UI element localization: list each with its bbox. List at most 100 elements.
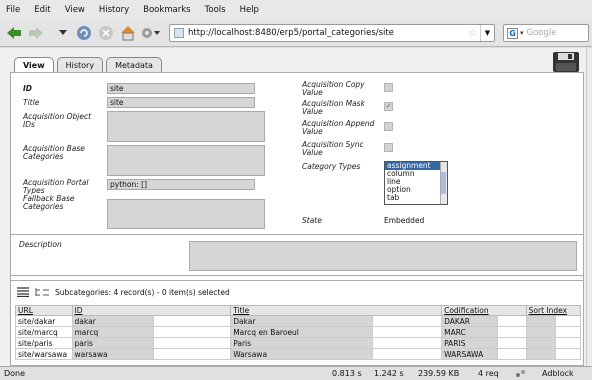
url-bar[interactable]: http://localhost:8480/erp5/portal_catego…	[169, 24, 495, 42]
acquisition-sync-value-checkbox[interactable]	[384, 143, 393, 152]
stop-button[interactable]	[98, 25, 114, 41]
floppy-disk-icon	[553, 52, 579, 72]
table-row[interactable]: site/marcq marcq Marcq en Baroeul MARC	[15, 326, 582, 338]
category-types-label: Category Types	[302, 162, 361, 171]
cell-codification[interactable]: DAKAR	[441, 315, 499, 327]
table-row[interactable]: site/paris paris Paris PARIS	[15, 337, 582, 349]
search-engine-dropdown-icon[interactable]: ▾	[520, 29, 524, 37]
reload-button[interactable]	[76, 25, 92, 41]
acquisition-object-ids-field[interactable]	[107, 111, 265, 142]
cell-url[interactable]: site/marcq	[15, 326, 73, 338]
category-type-option[interactable]: tab	[385, 194, 447, 202]
cell-codification[interactable]: MARC	[441, 326, 499, 338]
id-label: ID	[23, 84, 33, 93]
search-bar[interactable]: G ▾ Google	[503, 24, 589, 42]
acquisition-mask-value-label: Acquisition Mask Value	[302, 99, 365, 116]
menu-file[interactable]: File	[6, 5, 20, 15]
tab-bar: View History Metadata	[14, 57, 162, 73]
back-arrow-icon	[7, 27, 21, 39]
acquisition-mask-value-checkbox[interactable]: ✓	[384, 102, 393, 111]
acquisition-portal-types-field[interactable]: python: []	[107, 179, 255, 190]
page-size: 239.59 KB	[418, 369, 460, 378]
page-content: View History Metadata ID site Title site…	[0, 48, 592, 366]
column-header-sort-index[interactable]: Sort Index	[525, 305, 582, 316]
page-icon	[174, 28, 184, 38]
cell-url[interactable]: site/paris	[15, 337, 73, 349]
cell-id[interactable]: dakar	[71, 315, 154, 327]
url-text[interactable]: http://localhost:8480/erp5/portal_catego…	[188, 28, 468, 38]
adblock-label[interactable]: Adblock	[542, 369, 574, 378]
cell-title[interactable]: Marcq en Baroeul	[230, 326, 374, 338]
cell-codification[interactable]: WARSAWA	[441, 348, 499, 360]
menu-tools[interactable]: Tools	[205, 5, 226, 15]
menu-help[interactable]: Help	[240, 5, 259, 15]
cell-id[interactable]: warsawa	[71, 348, 154, 360]
description-label: Description	[19, 240, 62, 249]
cell-sort-index[interactable]	[525, 326, 556, 338]
cell-codification[interactable]: PARIS	[441, 337, 499, 349]
cell-id[interactable]: marcq	[71, 326, 154, 338]
adblock-icon	[516, 370, 525, 377]
cell-title[interactable]: Dakar	[230, 315, 374, 327]
tree-icon[interactable]	[35, 287, 49, 297]
stop-icon	[99, 26, 113, 40]
title-label: Title	[23, 98, 40, 107]
description-field[interactable]	[189, 241, 577, 271]
cell-title[interactable]: Paris	[230, 337, 374, 349]
id-field[interactable]: site	[107, 83, 255, 94]
page-scrollbar[interactable]	[586, 48, 592, 366]
column-header-title[interactable]: Title	[230, 305, 443, 316]
tab-metadata[interactable]: Metadata	[106, 57, 162, 72]
tools-menu-button[interactable]	[140, 25, 160, 41]
cell-id[interactable]: paris	[71, 337, 154, 349]
column-header-codification[interactable]: Codification	[441, 305, 527, 316]
save-button[interactable]	[552, 51, 580, 73]
acquisition-append-value-checkbox[interactable]	[384, 122, 393, 131]
title-field[interactable]: site	[107, 97, 255, 108]
tab-history[interactable]: History	[56, 57, 104, 72]
request-count: 4 req	[478, 369, 499, 378]
forward-button[interactable]	[28, 25, 44, 41]
back-button[interactable]	[6, 25, 22, 41]
url-dropdown-icon[interactable]: ▼	[480, 25, 494, 41]
menu-edit[interactable]: Edit	[34, 5, 50, 15]
cell-sort-index[interactable]	[525, 348, 556, 360]
adblock-icon[interactable]	[515, 369, 527, 380]
category-types-listbox[interactable]: assignment column line option tab	[384, 161, 448, 205]
table-row[interactable]: site/warsawa warsawa Warsawa WARSAWA	[15, 348, 582, 360]
acquisition-copy-value-checkbox[interactable]	[384, 83, 393, 92]
cell-title[interactable]: Warsawa	[230, 348, 374, 360]
column-header-url[interactable]: URL	[15, 305, 73, 316]
cell-url[interactable]: site/dakar	[15, 315, 73, 327]
cell-url[interactable]: site/warsawa	[15, 348, 73, 360]
list-icon[interactable]	[17, 287, 29, 297]
home-button[interactable]	[120, 25, 136, 41]
menu-bookmarks[interactable]: Bookmarks	[143, 5, 191, 15]
listbox-scroll-thumb[interactable]	[441, 172, 446, 194]
column-header-id[interactable]: ID	[71, 305, 232, 316]
listbox-title: Subcategories: 4 record(s) - 0 item(s) s…	[55, 287, 230, 297]
tab-view[interactable]: View	[14, 57, 54, 73]
acquisition-base-categories-field[interactable]	[107, 145, 265, 176]
chevron-down-icon	[59, 30, 67, 35]
subcategories-listbox-panel: Subcategories: 4 record(s) - 0 item(s) s…	[10, 280, 584, 366]
cell-sort-index[interactable]	[525, 315, 556, 327]
acquisition-sync-value-label: Acquisition Sync Value	[302, 140, 364, 157]
history-dropdown[interactable]	[58, 25, 68, 41]
acquisition-portal-types-label: Acquisition Portal Types	[23, 178, 89, 195]
cell-sort-index[interactable]	[525, 337, 556, 349]
acquisition-copy-value-label: Acquisition Copy Value	[302, 80, 365, 97]
fallback-base-categories-field[interactable]	[107, 199, 265, 229]
menu-view[interactable]: View	[65, 5, 85, 15]
acquisition-object-ids-label: Acquisition Object IDs	[23, 112, 92, 129]
menu-history[interactable]: History	[99, 5, 129, 15]
google-icon[interactable]: G	[507, 27, 518, 39]
description-panel: Description	[10, 234, 584, 276]
bookmark-star-icon[interactable]: ☆	[468, 28, 477, 39]
navigation-toolbar: http://localhost:8480/erp5/portal_catego…	[0, 19, 592, 47]
load-time-2: 1.242 s	[374, 369, 404, 378]
status-text: Done	[4, 369, 26, 378]
table-row[interactable]: site/dakar dakar Dakar DAKAR	[15, 315, 582, 327]
forward-arrow-icon	[29, 27, 43, 39]
load-time-1: 0.813 s	[332, 369, 362, 378]
